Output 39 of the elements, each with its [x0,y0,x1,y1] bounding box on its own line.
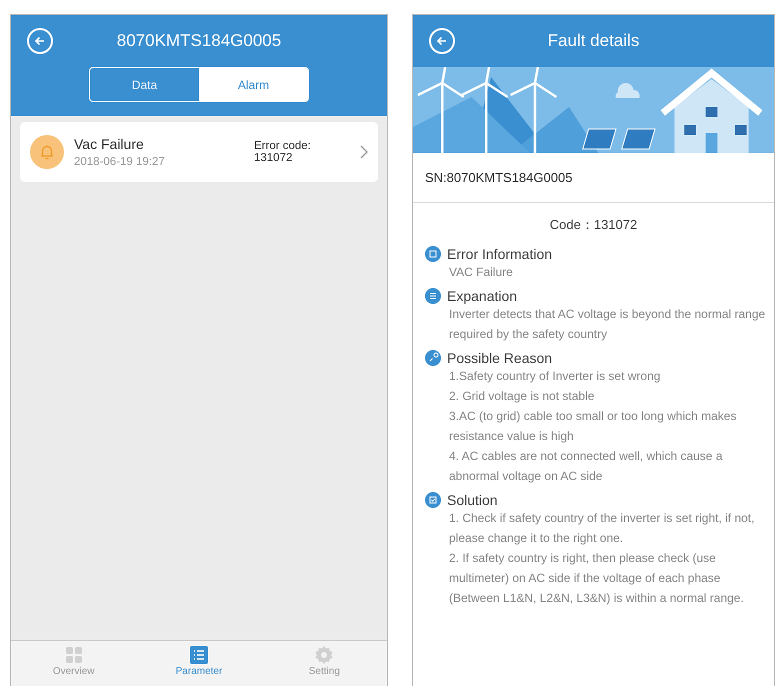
section-text: 3.AC (to grid) cable too small or too long which makes resistance value is high [449,408,738,445]
back-button[interactable] [27,28,53,54]
section-heading: Error Information [447,246,552,262]
serial-number: SN:8070KMTS184G0005 [425,170,572,185]
section-icon [425,492,441,508]
nav-item[interactable]: Setting [262,641,387,686]
nav-item[interactable]: Overview [11,641,136,686]
bell-icon [30,135,64,169]
section-text: 2. Grid voltage is not stable [449,388,596,405]
tab[interactable]: Data [90,68,199,101]
gear-icon [315,646,334,664]
section-text: 1.Safety country of Inverter is set wrong [449,368,662,385]
error-code: 131072 [254,152,294,164]
tab[interactable]: Alarm [199,68,308,101]
screen-title: 8070KMTS184G0005 [116,31,282,51]
section-text: VAC Failure [449,264,514,281]
alarm-time: 2018-06-19 19:27 [74,156,166,168]
section-heading: Expanation [447,288,518,304]
section-heading: Solution [447,492,498,508]
error-code-label: Error code: [254,140,312,152]
alarm-card[interactable]: Vac Failure 2018-06-19 19:27 Error code: 131072 [20,122,378,182]
grid-icon [64,646,83,664]
section-text: Inverter detects that AC voltage is beyond the normal range required by the safety country [449,306,766,343]
list-icon [190,646,208,664]
section-icon [425,350,441,366]
alarm-name: Vac Failure [74,136,145,152]
fault-code: Code：131072 [550,216,638,234]
back-arrow-icon [33,34,47,48]
section-heading: Possible Reason [447,350,552,366]
section-icon [425,288,441,304]
section-text: 1. Check if safety country of the inverter is set right, if not, please change it to the right one. [449,510,756,547]
section-text: 2. If safety country is right, then please check (use multimeter) on AC side if the voltage of each phase (Between L1&N, L2&N, L3&N) is within a normal range. [449,550,745,607]
section-text: 4. AC cables are not connected well, which cause a abnormal voltage on AC side [449,448,724,485]
screen-title: Fault details [548,31,640,51]
nav-item[interactable]: Parameter [136,641,262,686]
chevron-icon [360,145,368,159]
back-arrow-icon [435,34,449,48]
section-icon [425,246,441,262]
back-button[interactable] [429,28,455,54]
